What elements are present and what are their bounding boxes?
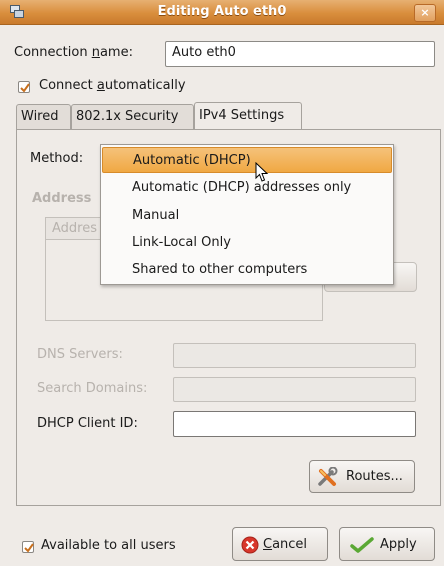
checkmark-apply-icon [350, 537, 374, 553]
cancel-button-label: Cancel [263, 537, 308, 552]
tools-icon [318, 467, 338, 486]
menu-item-automatic-dhcp-addresses-only[interactable]: Automatic (DHCP) addresses only [102, 175, 392, 201]
checkmark-icon [24, 543, 34, 553]
cancel-icon [241, 536, 259, 554]
available-all-users-label: Available to all users [41, 538, 176, 553]
window-title: Editing Auto eth0 [157, 4, 287, 19]
tab-ipv4-settings[interactable]: IPv4 Settings [194, 102, 302, 130]
apply-button-label: Apply [380, 537, 417, 552]
connect-automatically-label: Connect automatically [39, 78, 186, 93]
checkmark-icon [20, 83, 30, 93]
method-label: Method: [30, 151, 84, 166]
dns-servers-label: DNS Servers: [37, 347, 123, 362]
routes-button-label: Routes... [346, 469, 403, 484]
routes-button[interactable]: Routes... [309, 460, 415, 493]
available-all-users-checkbox[interactable] [22, 541, 34, 553]
dhcp-client-id-input[interactable] [173, 411, 416, 437]
tab-8021x-security[interactable]: 802.1x Security [71, 104, 194, 129]
menu-item-manual[interactable]: Manual [102, 203, 392, 229]
connection-name-label: Connection name: [14, 45, 133, 60]
method-dropdown-menu[interactable]: Automatic (DHCP) Automatic (DHCP) addres… [100, 144, 394, 285]
search-domains-input [173, 377, 416, 402]
window-titlebar[interactable]: Editing Auto eth0 × [0, 0, 444, 25]
search-domains-label: Search Domains: [37, 381, 148, 396]
apply-button[interactable]: Apply [339, 527, 435, 561]
tab-wired[interactable]: Wired [16, 104, 71, 129]
dns-servers-input [173, 343, 416, 368]
dhcp-client-id-label: DHCP Client ID: [37, 416, 138, 431]
cancel-button[interactable]: Cancel [232, 527, 328, 561]
addresses-heading: Address [32, 191, 92, 206]
menu-item-automatic-dhcp[interactable]: Automatic (DHCP) [102, 147, 392, 173]
addresses-column-header: Addres [52, 221, 97, 236]
menu-item-shared-to-other-computers[interactable]: Shared to other computers [102, 257, 392, 283]
connect-automatically-checkbox[interactable] [18, 81, 30, 93]
menu-item-link-local-only[interactable]: Link-Local Only [102, 230, 392, 256]
connection-name-input[interactable]: Auto eth0 [165, 41, 435, 67]
window-close-button[interactable]: × [414, 4, 436, 22]
mouse-pointer-icon [255, 162, 269, 182]
